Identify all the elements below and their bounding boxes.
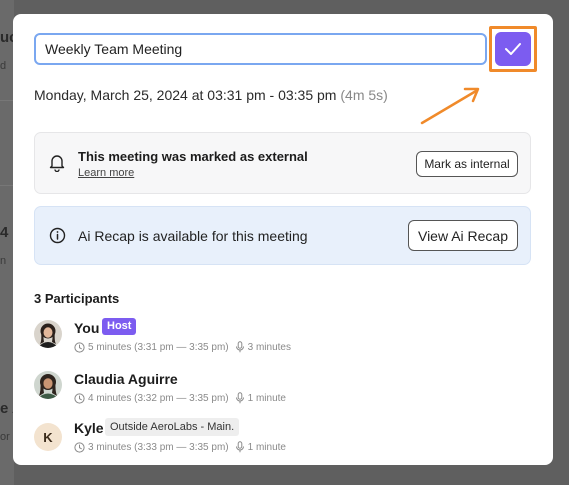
meeting-details-modal: Monday, March 25, 2024 at 03:31 pm - 03:… [13,14,553,465]
outside-org-badge: Outside AeroLabs - Main. [105,418,240,436]
host-badge: Host [102,318,137,335]
participant-meta: 3 minutes (3:33 pm — 3:35 pm) 1 minute [74,441,286,453]
participant-row: Claudia Aguirre 4 minutes (3:32 pm — 3:3… [34,371,514,411]
view-ai-recap-button[interactable]: View Ai Recap [408,220,518,251]
learn-more-link[interactable]: Learn more [78,167,134,179]
avatar [34,371,62,399]
meeting-title-input[interactable] [34,33,487,65]
meeting-duration: (4m 5s) [340,87,388,103]
participant-name: You [74,320,100,336]
mark-as-internal-button[interactable]: Mark as internal [416,151,518,177]
microphone-icon [235,341,244,353]
bell-icon [49,155,65,172]
avatar: K [34,423,62,451]
attendance-time: 3 minutes (3:33 pm — 3:35 pm) [88,441,229,453]
microphone-icon [235,392,244,404]
background-text: d [0,60,7,72]
background-divider [0,185,14,186]
participant-name: Claudia Aguirre [74,371,178,387]
talk-time: 1 minute [247,392,286,404]
confirm-button[interactable] [495,32,531,66]
participant-meta: 5 minutes (3:31 pm — 3:35 pm) 3 minutes [74,341,291,353]
ai-recap-notice: Ai Recap is available for this meeting V… [34,206,531,265]
participant-meta: 4 minutes (3:32 pm — 3:35 pm) 1 minute [74,392,286,404]
participant-row: K Kyle Outside AeroLabs - Main. 3 minute… [34,418,514,460]
check-icon [505,43,521,55]
info-icon [49,227,66,244]
meeting-datetime: Monday, March 25, 2024 at 03:31 pm - 03:… [34,87,388,103]
annotation-arrow [420,87,480,125]
background-text: or [0,431,10,443]
background-text: 4 [0,224,9,241]
external-notice-title: This meeting was marked as external [78,149,308,164]
clock-icon [74,441,85,453]
talk-time: 3 minutes [247,341,291,353]
meeting-date-range: Monday, March 25, 2024 at 03:31 pm - 03:… [34,87,337,103]
background-text: n [0,255,7,267]
talk-time: 1 minute [247,441,286,453]
participant-row: You Host 5 minutes (3:31 pm — 3:35 pm) 3… [34,318,514,360]
external-meeting-notice: This meeting was marked as external Lear… [34,132,531,194]
microphone-icon [235,441,244,453]
avatar [34,320,62,348]
clock-icon [74,392,85,404]
participants-header: 3 Participants [34,291,120,306]
ai-recap-text: Ai Recap is available for this meeting [78,228,308,244]
attendance-time: 5 minutes (3:31 pm — 3:35 pm) [88,341,229,353]
attendance-time: 4 minutes (3:32 pm — 3:35 pm) [88,392,229,404]
clock-icon [74,341,85,353]
background-divider [0,100,14,101]
participant-name: Kyle [74,420,104,436]
confirm-highlight [489,26,537,72]
